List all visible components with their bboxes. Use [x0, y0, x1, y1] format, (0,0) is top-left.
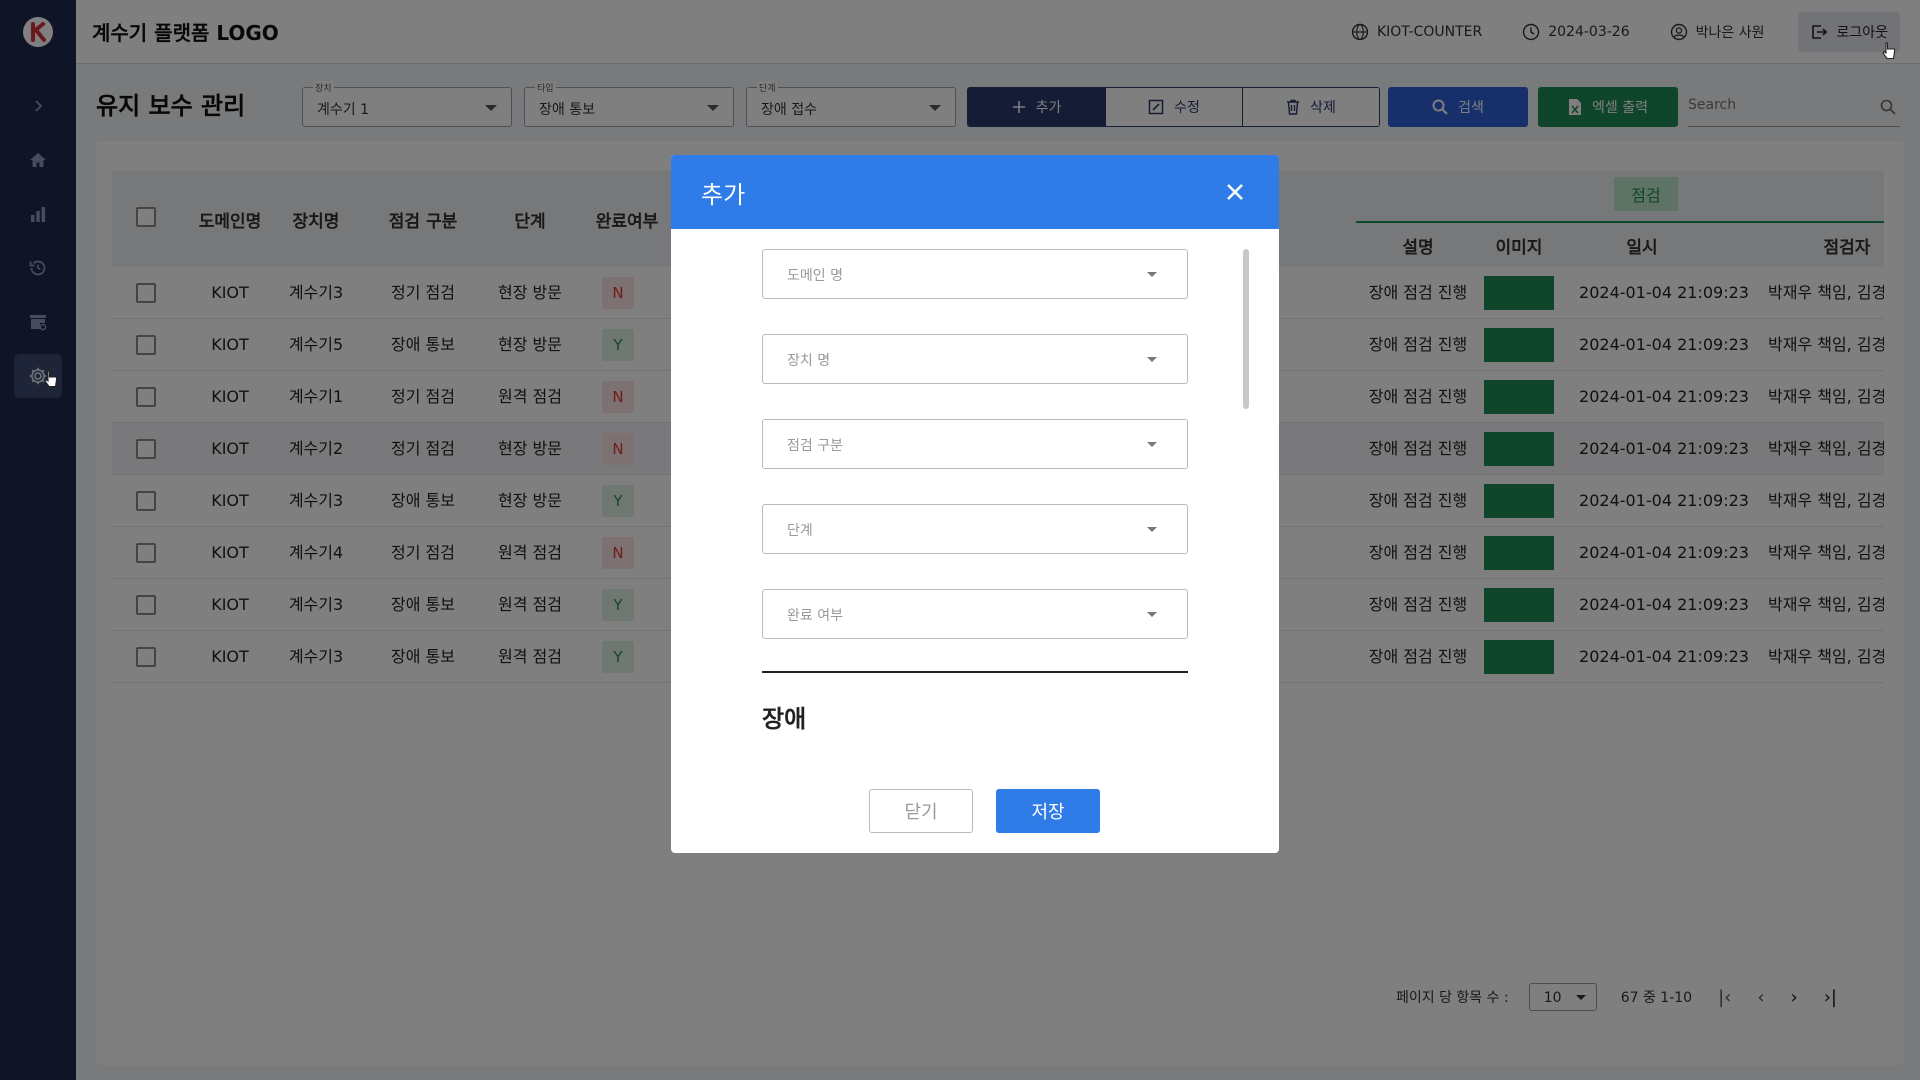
chevron-down-icon [1147, 612, 1157, 617]
dialog-body: 도메인 명 장치 명 점검 구분 단계 완료 여부 장애 닫기 저장 [671, 229, 1279, 853]
cancel-button[interactable]: 닫기 [869, 789, 973, 833]
dialog-title: 추가 [701, 180, 746, 209]
chevron-down-icon [1147, 442, 1157, 447]
dialog-header: 추가 [671, 155, 1279, 229]
mouse-cursor-icon [1882, 42, 1896, 60]
dialog-scrollbar[interactable] [1243, 249, 1249, 409]
chevron-down-icon [1147, 357, 1157, 362]
close-button[interactable] [1221, 178, 1249, 206]
mouse-cursor-icon [44, 370, 58, 388]
close-icon [1227, 184, 1243, 200]
select-placeholder: 도메인 명 [787, 268, 843, 284]
select-placeholder: 단계 [787, 523, 813, 539]
chevron-down-icon [1147, 272, 1157, 277]
add-dialog: 추가 도메인 명 장치 명 점검 구분 단계 완료 여부 장애 닫기 저장 [671, 155, 1279, 853]
inspection-type-select[interactable]: 점검 구분 [762, 419, 1188, 469]
save-button[interactable]: 저장 [996, 789, 1100, 833]
section-title: 장애 [762, 705, 807, 733]
device-select[interactable]: 장치 명 [762, 334, 1188, 384]
select-placeholder: 장치 명 [787, 353, 831, 369]
completion-select[interactable]: 완료 여부 [762, 589, 1188, 639]
chevron-down-icon [1147, 527, 1157, 532]
domain-select[interactable]: 도메인 명 [762, 249, 1188, 299]
section-divider [762, 671, 1188, 673]
stage-select[interactable]: 단계 [762, 504, 1188, 554]
select-placeholder: 완료 여부 [787, 608, 843, 624]
select-placeholder: 점검 구분 [787, 438, 843, 454]
